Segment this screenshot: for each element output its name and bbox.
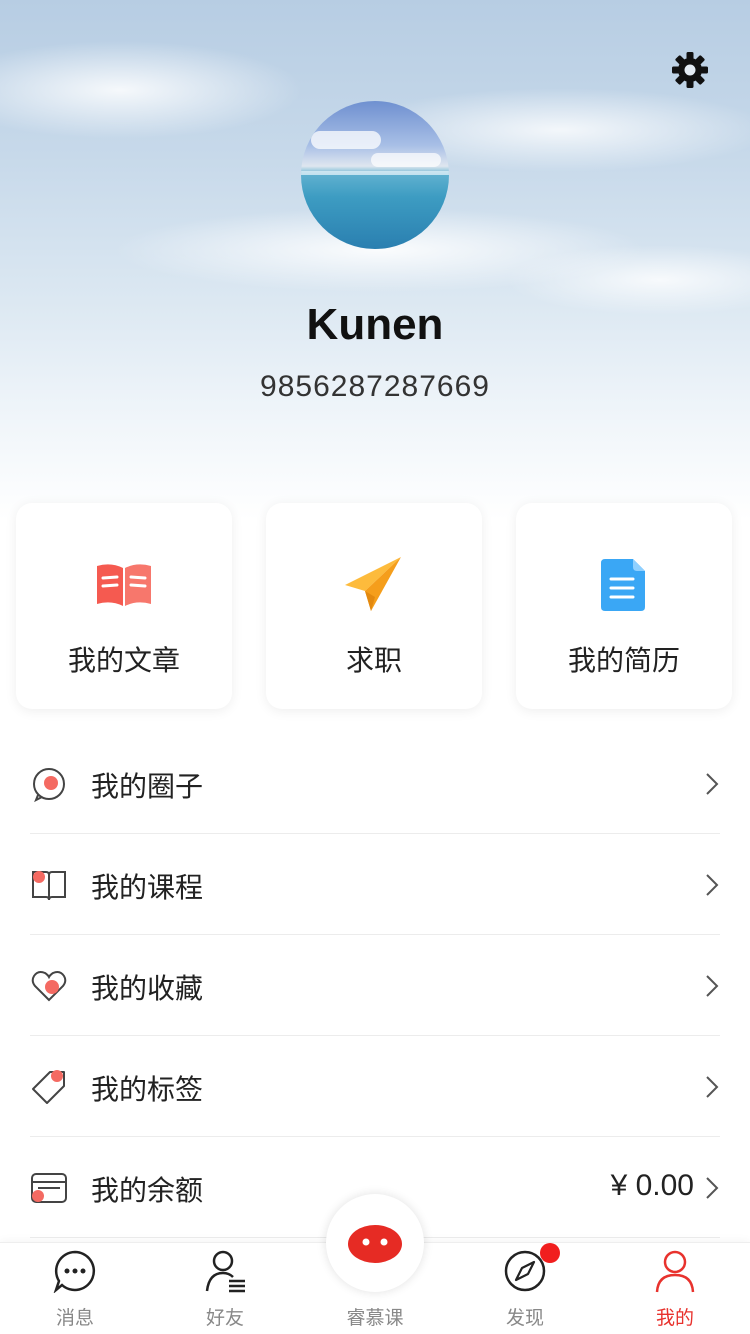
menu-item-tags[interactable]: 我的标签: [30, 1036, 720, 1137]
open-book-icon: [32, 871, 66, 901]
menu-label: 我的标签: [91, 1073, 204, 1106]
balance-amount: ¥ 0.00: [610, 1169, 694, 1202]
quick-cards: 我的文章 求职 我的简历: [16, 503, 734, 709]
avatar-cloud: [311, 131, 381, 149]
tab-messages[interactable]: 消息: [0, 1243, 150, 1334]
tab-profile[interactable]: 我的: [600, 1243, 750, 1334]
document-icon: [584, 553, 664, 617]
chevron-right-icon: [706, 874, 719, 896]
book-icon: [84, 553, 164, 617]
username: Kunen: [306, 300, 444, 349]
tag-icon: [32, 1070, 65, 1104]
menu-label: 我的余额: [91, 1174, 204, 1207]
card-my-resume[interactable]: 我的简历: [516, 503, 732, 709]
friends-icon: [205, 1250, 245, 1293]
tab-discover[interactable]: 发现: [450, 1243, 600, 1334]
heart-icon: [31, 971, 67, 1002]
profile-header: [0, 0, 750, 520]
menu-label: 我的课程: [91, 871, 204, 904]
avatar[interactable]: [301, 101, 449, 249]
chat-circle-icon: [33, 768, 65, 803]
chevron-right-icon: [706, 1177, 719, 1199]
card-my-articles[interactable]: 我的文章: [16, 503, 232, 709]
user-id: 9856287287669: [260, 370, 490, 403]
chevron-right-icon: [706, 1076, 719, 1098]
mascot-icon: [348, 1225, 402, 1263]
menu-list: 我的圈子 我的课程 我的收藏 我的标签 我的余额 ¥ 0.00: [30, 733, 720, 1238]
card-label: 我的简历: [567, 644, 680, 677]
menu-item-favorites[interactable]: 我的收藏: [30, 935, 720, 1036]
avatar-cloud: [371, 153, 441, 167]
tab-label: 消息: [55, 1307, 94, 1329]
tab-label: 我的: [655, 1307, 694, 1329]
menu-item-circles[interactable]: 我的圈子: [30, 733, 720, 834]
discover-badge: [540, 1243, 560, 1263]
tab-friends[interactable]: 好友: [150, 1243, 300, 1334]
chevron-right-icon: [706, 773, 719, 795]
menu-label: 我的收藏: [91, 972, 204, 1005]
chevron-right-icon: [706, 975, 719, 997]
settings-button[interactable]: [668, 48, 712, 92]
card-label: 我的文章: [67, 644, 180, 677]
gear-icon: [672, 52, 708, 88]
card-job-search[interactable]: 求职: [266, 503, 482, 709]
tab-label: 睿慕课: [346, 1307, 404, 1329]
tab-label: 好友: [205, 1307, 244, 1329]
menu-label: 我的圈子: [91, 770, 204, 803]
paper-plane-icon: [334, 553, 414, 617]
center-mascot-button[interactable]: [326, 1194, 424, 1292]
avatar-horizon: [301, 171, 449, 175]
profile-icon: [655, 1250, 695, 1293]
card-label: 求职: [345, 644, 402, 677]
menu-item-courses[interactable]: 我的课程: [30, 834, 720, 935]
tab-label: 发现: [505, 1307, 544, 1329]
message-icon: [53, 1250, 96, 1293]
wallet-icon: [31, 1173, 67, 1203]
